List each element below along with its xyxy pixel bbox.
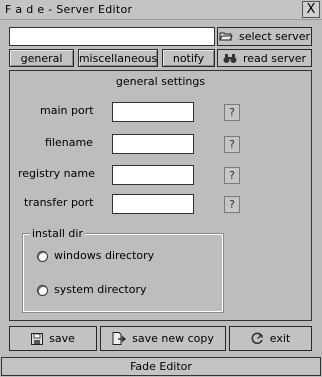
system-directory-radio[interactable] [37, 285, 48, 296]
registry-name-input[interactable] [112, 165, 194, 185]
main-port-help-button[interactable]: ? [224, 104, 240, 121]
document-arrow-icon [112, 332, 127, 345]
transfer-port-input[interactable] [112, 194, 194, 214]
transfer-port-help-button[interactable]: ? [224, 196, 240, 213]
install-dir-legend: install dir [30, 227, 85, 240]
system-directory-label[interactable]: system directory [54, 283, 146, 296]
panel-heading: general settings [115, 75, 206, 88]
server-path-input[interactable] [9, 27, 215, 46]
title-bar: F a d e - Server Editor X [0, 0, 322, 20]
registry-name-label: registry name [18, 167, 95, 180]
folder-open-icon [219, 31, 233, 42]
registry-name-help-button[interactable]: ? [224, 167, 240, 184]
windows-directory-label[interactable]: windows directory [54, 249, 154, 262]
select-server-button[interactable]: select server [217, 27, 312, 46]
tab-general[interactable]: general [9, 49, 74, 67]
tab-miscellaneous[interactable]: miscellaneous [78, 49, 158, 67]
install-dir-group: install dir windows directory system dir… [23, 227, 223, 312]
windows-directory-radio[interactable] [37, 251, 48, 262]
main-port-input[interactable] [112, 102, 194, 122]
read-server-button[interactable]: read server [217, 49, 312, 67]
floppy-disk-icon [31, 332, 44, 345]
close-button[interactable]: X [302, 1, 320, 18]
read-server-label: read server [242, 51, 307, 65]
transfer-port-label: transfer port [24, 196, 94, 209]
filename-label: filename [45, 136, 93, 149]
save-label: save [49, 332, 75, 345]
server-editor-window: F a d e - Server Editor X select server … [0, 0, 322, 377]
select-server-label: select server [238, 30, 310, 43]
window-title: F a d e - Server Editor [5, 3, 133, 16]
exit-label: exit [269, 332, 291, 345]
save-new-copy-label: save new copy [132, 332, 214, 345]
main-port-label: main port [40, 104, 94, 117]
binoculars-icon [223, 53, 237, 64]
exit-button[interactable]: exit [229, 326, 312, 351]
filename-help-button[interactable]: ? [224, 136, 240, 153]
save-new-copy-button[interactable]: save new copy [100, 326, 226, 351]
status-bar: Fade Editor [1, 357, 321, 376]
tab-notify[interactable]: notify [162, 49, 215, 67]
exit-swirl-icon [251, 332, 264, 345]
filename-input[interactable] [112, 134, 194, 154]
save-button[interactable]: save [9, 326, 97, 351]
